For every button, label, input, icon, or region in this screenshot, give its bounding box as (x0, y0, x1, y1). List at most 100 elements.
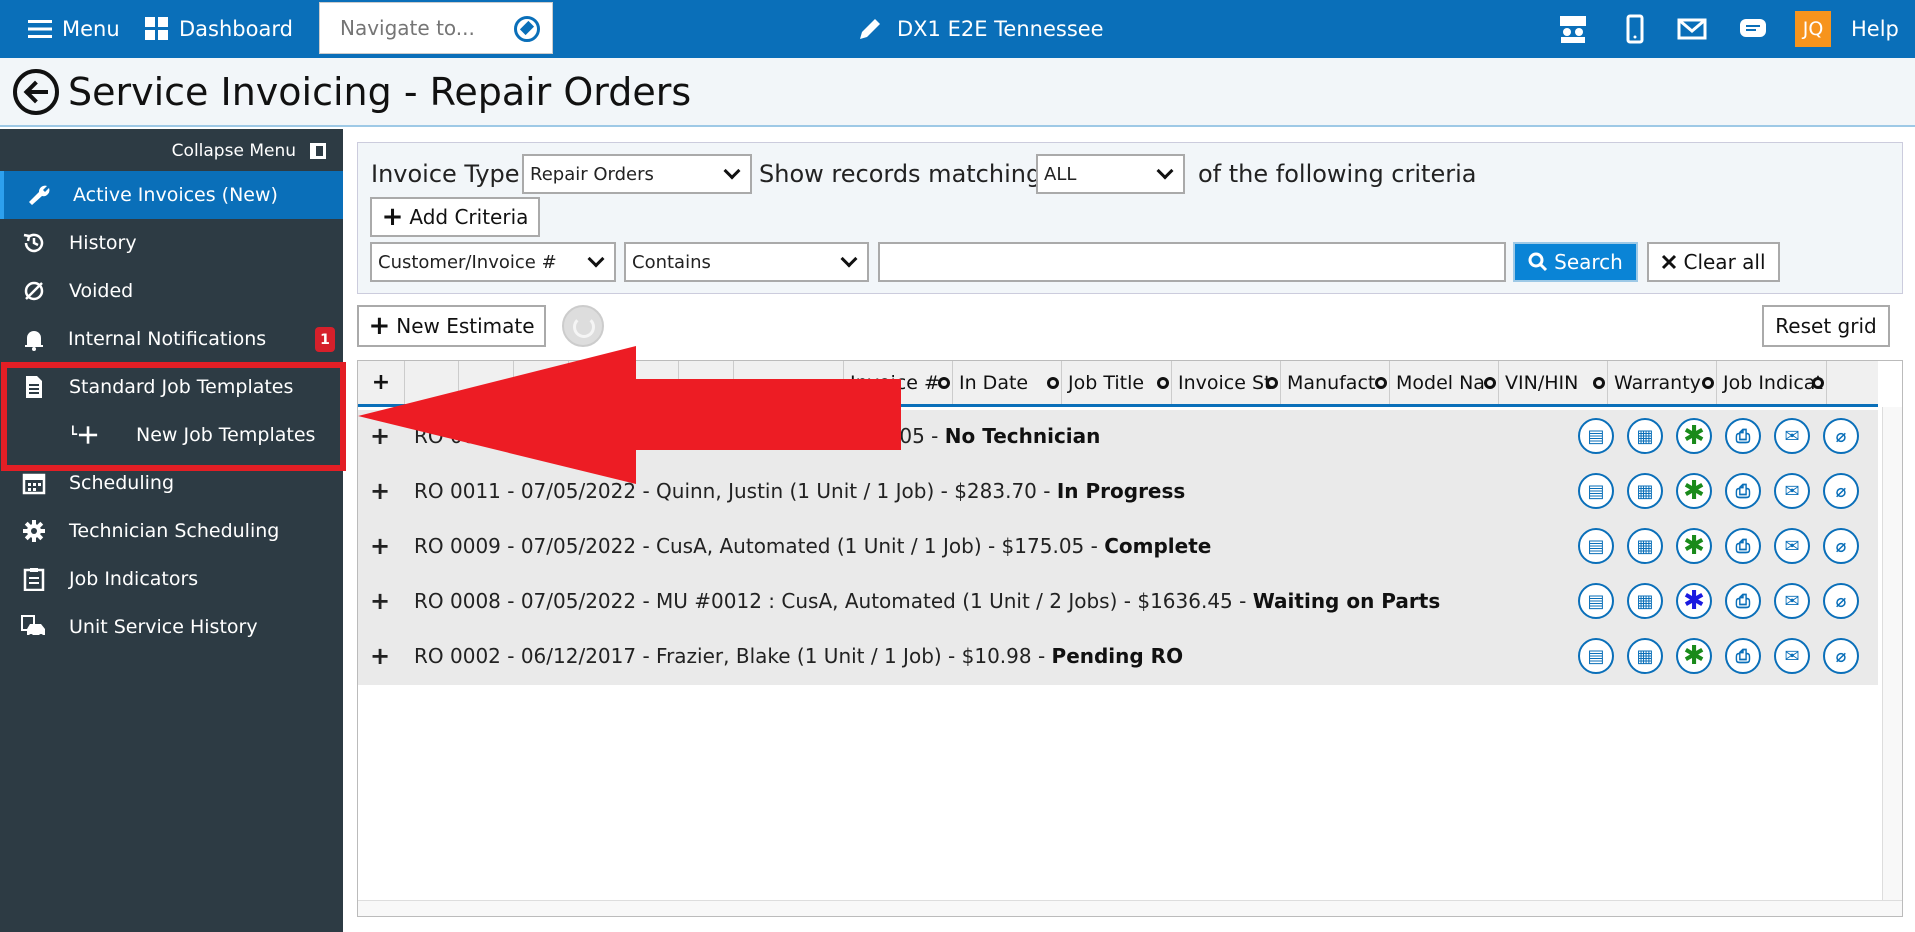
print-icon[interactable]: ⎙ (1725, 583, 1761, 619)
column-header-invoice-status[interactable]: Invoice St (1172, 361, 1281, 404)
column-header[interactable] (514, 361, 569, 404)
table-row[interactable]: + RO 0008 - 07/05/2022 - MU #0012 : CusA… (358, 575, 1878, 630)
column-header-model-name[interactable]: Model Na (1390, 361, 1499, 404)
chat-icon[interactable] (1738, 14, 1768, 44)
calendar-icon[interactable]: ▦ (1627, 528, 1663, 564)
column-header[interactable] (624, 361, 679, 404)
email-icon[interactable]: ✉ (1774, 418, 1810, 454)
column-header[interactable] (679, 361, 734, 404)
sidebar-item-technician-scheduling[interactable]: Technician Scheduling (0, 507, 343, 555)
operator-select[interactable]: Contains (624, 242, 869, 282)
gear-icon[interactable] (1157, 377, 1169, 389)
print-icon[interactable]: ⎙ (1725, 418, 1761, 454)
horizontal-scrollbar[interactable] (358, 900, 1902, 916)
print-icon[interactable]: ⎙ (1725, 528, 1761, 564)
search-value-input[interactable] (878, 242, 1506, 282)
warranty-icon[interactable]: ✱ (1676, 638, 1712, 674)
sidebar-item-internal-notifications[interactable]: Internal Notifications 1 (0, 315, 343, 363)
expand-all-header[interactable]: + (358, 361, 405, 404)
column-header-job-title[interactable]: Job Title (1062, 361, 1172, 404)
field-select[interactable]: Customer/Invoice # (370, 242, 616, 282)
column-header-job-indicators[interactable]: Job Indicat (1717, 361, 1827, 404)
clear-all-button[interactable]: Clear all (1647, 242, 1780, 282)
column-header-manufacturer[interactable]: Manufact (1281, 361, 1390, 404)
print-icon[interactable]: ⎙ (1725, 638, 1761, 674)
calendar-icon[interactable]: ▦ (1627, 473, 1663, 509)
gear-icon[interactable] (1812, 377, 1824, 389)
void-icon[interactable]: ⌀ (1823, 473, 1859, 509)
void-icon[interactable]: ⌀ (1823, 583, 1859, 619)
calendar-icon[interactable]: ▦ (1627, 418, 1663, 454)
email-icon[interactable]: ✉ (1774, 473, 1810, 509)
column-header-invoice[interactable]: Invoice # (844, 361, 953, 404)
invoice-type-select[interactable]: Repair Orders (522, 154, 752, 194)
navigate-input[interactable] (340, 16, 510, 40)
compass-icon[interactable] (514, 16, 540, 42)
user-network-icon[interactable] (1558, 14, 1588, 44)
column-header[interactable] (569, 361, 624, 404)
gear-icon[interactable] (1375, 377, 1387, 389)
sidebar-item-unit-service-history[interactable]: Unit Service History (0, 603, 343, 651)
gear-icon[interactable] (1593, 377, 1605, 389)
document-icon[interactable]: ▤ (1578, 583, 1614, 619)
column-header-in-date[interactable]: In Date (953, 361, 1062, 404)
document-icon[interactable]: ▤ (1578, 418, 1614, 454)
table-row[interactable]: + RO 00 ob) - $218.05 - No Technician ▤ ▦… (358, 410, 1878, 465)
column-header[interactable] (459, 361, 514, 404)
dashboard-button[interactable]: Dashboard (145, 0, 293, 58)
mobile-icon[interactable] (1620, 14, 1650, 44)
vertical-scrollbar[interactable] (1882, 407, 1902, 901)
add-criteria-button[interactable]: + Add Criteria (370, 197, 540, 237)
warranty-icon[interactable]: ✱ (1676, 418, 1712, 454)
reset-grid-button[interactable]: Reset grid (1762, 305, 1890, 347)
gear-icon[interactable] (1702, 377, 1714, 389)
sidebar-item-job-indicators[interactable]: Job Indicators (0, 555, 343, 603)
column-header[interactable] (405, 361, 459, 404)
match-select[interactable]: ALL (1036, 154, 1185, 194)
warranty-icon[interactable]: ✱ (1676, 473, 1712, 509)
sidebar-item-history[interactable]: History (0, 219, 343, 267)
warranty-icon[interactable]: ✱ (1676, 583, 1712, 619)
search-button[interactable]: Search (1513, 242, 1638, 282)
back-arrow-icon[interactable] (13, 69, 59, 115)
email-icon[interactable]: ✉ (1774, 583, 1810, 619)
document-icon[interactable]: ▤ (1578, 473, 1614, 509)
expand-row-icon[interactable]: + (370, 587, 390, 615)
void-icon[interactable]: ⌀ (1823, 638, 1859, 674)
void-icon[interactable]: ⌀ (1823, 418, 1859, 454)
email-icon[interactable]: ✉ (1774, 528, 1810, 564)
gear-icon[interactable] (1266, 377, 1278, 389)
print-icon[interactable]: ⎙ (1725, 473, 1761, 509)
expand-row-icon[interactable]: + (370, 642, 390, 670)
sidebar-item-active-invoices[interactable]: Active Invoices (New) (0, 171, 343, 219)
collapse-menu-button[interactable]: Collapse Menu (172, 141, 326, 161)
calendar-icon[interactable]: ▦ (1627, 638, 1663, 674)
new-estimate-button[interactable]: + New Estimate (357, 305, 546, 347)
email-icon[interactable]: ✉ (1774, 638, 1810, 674)
document-icon[interactable]: ▤ (1578, 528, 1614, 564)
expand-row-icon[interactable]: + (370, 422, 390, 450)
column-header-warranty[interactable]: Warranty (1608, 361, 1717, 404)
expand-row-icon[interactable]: + (370, 532, 390, 560)
sidebar-item-voided[interactable]: Voided (0, 267, 343, 315)
calendar-icon[interactable]: ▦ (1627, 583, 1663, 619)
column-header[interactable] (734, 361, 844, 404)
gear-icon[interactable] (1484, 377, 1496, 389)
void-icon[interactable]: ⌀ (1823, 528, 1859, 564)
document-icon[interactable]: ▤ (1578, 638, 1614, 674)
company-selector[interactable]: DX1 E2E Tennessee (857, 0, 1104, 58)
menu-button[interactable]: Menu (28, 0, 120, 58)
table-row[interactable]: + RO 0011 - 07/05/2022 - Quinn, Justin (… (358, 465, 1878, 520)
mail-icon[interactable] (1677, 14, 1707, 44)
user-avatar[interactable]: JQ (1795, 11, 1831, 47)
table-row[interactable]: + RO 0002 - 06/12/2017 - Frazier, Blake … (358, 630, 1878, 685)
column-header-vin-hin[interactable]: VIN/HIN (1499, 361, 1608, 404)
table-row[interactable]: + RO 0009 - 07/05/2022 - CusA, Automated… (358, 520, 1878, 575)
expand-row-icon[interactable]: + (370, 477, 390, 505)
gear-icon[interactable] (1047, 377, 1059, 389)
warranty-icon[interactable]: ✱ (1676, 528, 1712, 564)
refresh-icon[interactable] (562, 305, 604, 347)
help-link[interactable]: Help (1851, 0, 1899, 58)
gear-icon[interactable] (938, 377, 950, 389)
navigate-field[interactable] (319, 2, 553, 54)
